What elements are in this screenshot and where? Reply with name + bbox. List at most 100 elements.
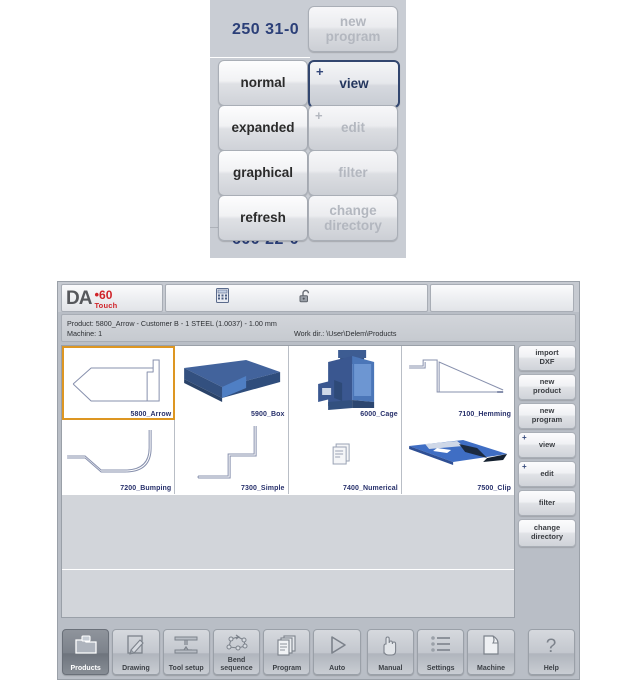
product-cell-7400-numerical[interactable]: 7400_Numerical [288,420,402,494]
tab-drawing[interactable]: Drawing [112,629,160,675]
new-product-button[interactable]: new product [518,374,576,400]
calculator-icon[interactable] [216,288,229,308]
zoom-detail-overlay: 250 31-0 600 22-0 new program normal + v… [210,0,406,258]
profile-simple-thumb [197,426,257,479]
overlay-edit-button[interactable]: + edit [308,105,398,151]
tab-settings[interactable]: Settings [417,629,465,675]
logo-model: 60 [99,287,113,302]
play-icon [314,634,359,656]
tab-label: Machine [477,664,506,672]
product-label: 7500_Clip [477,485,511,492]
product-label: 7100_Hemming [458,411,511,418]
product-cell-6000-cage[interactable]: 6000_Cage [288,346,402,420]
new-product-line2: product [533,386,561,395]
plus-icon: + [522,433,527,442]
status-machine: Machine: 1 [67,329,103,338]
overlay-refresh-button[interactable]: refresh [218,195,308,241]
product-cell-7500-clip[interactable]: 7500_Clip [401,420,514,494]
unlock-icon[interactable] [299,289,312,308]
pages-icon [264,634,309,656]
bend-sequence-icon [214,634,259,651]
product-cell-5900-box[interactable]: 5900_Box [175,346,289,420]
plus-icon: + [316,64,324,79]
product-cell-5800-arrow[interactable]: 5800_Arrow [62,346,176,420]
tab-machine[interactable]: Machine [467,629,515,675]
tab-label: Help [543,664,559,672]
view-button[interactable]: + view [518,432,576,458]
product-label: 5800_Arrow [130,411,172,418]
application-window: DA •60 Touch Product: 5800_Arrow - Custo… [57,281,580,680]
product-label: 7300_Simple [240,485,285,492]
overlay-view-button[interactable]: + view [308,60,400,108]
tab-program[interactable]: Program [263,629,311,675]
status-workdir: Work dir.: \User\Delem\Products [294,329,397,338]
machine-page-icon [468,634,513,656]
product-cell-7300-simple[interactable]: 7300_Simple [175,420,289,494]
status-bar: Product: 5800_Arrow - Customer B - 1 STE… [61,314,576,342]
overlay-change-directory-button[interactable]: change directory [308,195,398,241]
plus-icon: + [315,108,323,123]
product-cell-7200-bumping[interactable]: 7200_Bumping [62,420,176,494]
filter-button[interactable]: filter [518,490,576,516]
tab-label: Tool setup [168,664,204,672]
tab-label: Products [70,664,101,672]
profile-arrow-thumb [72,359,160,402]
tab-auto[interactable]: Auto [313,629,361,675]
product-label: 7400_Numerical [343,485,398,492]
side-button-bar: import DXF new product new program + vie… [518,345,576,618]
overlay-view-label: view [339,76,369,92]
view-label: view [538,439,556,449]
overlay-normal-label: normal [240,75,286,91]
app-body: 5800_Arrow 5900_Box 6000_Cage 7100_Hemmi… [58,342,579,621]
logo-sub: Touch [94,300,118,310]
product-label: 5900_Box [251,411,285,418]
overlay-graphical-button[interactable]: graphical [218,150,308,196]
overlay-normal-button[interactable]: normal [218,60,308,106]
edit-label: edit [540,468,554,478]
svg-text:?: ? [546,636,557,656]
filter-label: filter [538,497,556,507]
change-directory-button[interactable]: change directory [518,519,576,547]
title-bar-right-panel [430,284,574,312]
profile-bumping-thumb [67,430,152,473]
product-cell-7100-hemming[interactable]: 7100_Hemming [401,346,514,420]
tab-help[interactable]: ? Help [527,629,575,675]
tab-bend-sequence[interactable]: Bend sequence [212,629,261,675]
title-bar-center [165,284,428,312]
overlay-graphical-label: graphical [232,165,294,181]
import-dxf-button[interactable]: import DXF [518,345,576,371]
tab-label: Manual [378,664,403,672]
grid-empty-area[interactable] [62,569,514,617]
grid-row: 5800_Arrow 5900_Box 6000_Cage 7100_Hemmi… [62,346,514,420]
hand-icon [368,634,413,656]
clip-3d-thumb [408,440,507,465]
product-grid: 5800_Arrow 5900_Box 6000_Cage 7100_Hemmi… [61,345,515,618]
new-program-line2: program [531,415,563,424]
overlay-expanded-button[interactable]: expanded [218,105,308,151]
edit-button[interactable]: + edit [518,461,576,487]
tab-manual[interactable]: Manual [366,629,415,675]
product-label: 7200_Bumping [120,485,172,492]
overlay-filter-button[interactable]: filter [308,150,398,196]
tab-label: Bend sequence [220,657,253,672]
cage-3d-thumb [317,350,374,410]
overlay-chdir-line1: change [329,202,377,218]
overlay-edit-label: edit [340,120,365,136]
tab-label: Drawing [122,664,150,672]
new-program-button[interactable]: new program [518,403,576,429]
overlay-number-top: 250 31-0 [232,21,300,38]
press-tool-icon [164,634,209,656]
title-bar: DA •60 Touch [58,282,579,312]
tab-products[interactable]: Products [62,629,110,675]
profile-hemming-thumb [408,359,504,393]
overlay-new-program-button[interactable]: new program [308,6,398,52]
tab-label: Settings [426,664,455,672]
plus-icon: + [522,462,527,471]
brand-logo: DA •60 Touch [61,284,163,312]
list-icon [418,634,463,654]
tab-tool-setup[interactable]: Tool setup [162,629,210,675]
grid-row-empty[interactable] [62,494,514,569]
overlay-divider-top [210,57,310,58]
tab-label: Auto [329,664,346,672]
grid-row: 7200_Bumping 7300_Simple 7400_Numerical … [62,420,514,494]
